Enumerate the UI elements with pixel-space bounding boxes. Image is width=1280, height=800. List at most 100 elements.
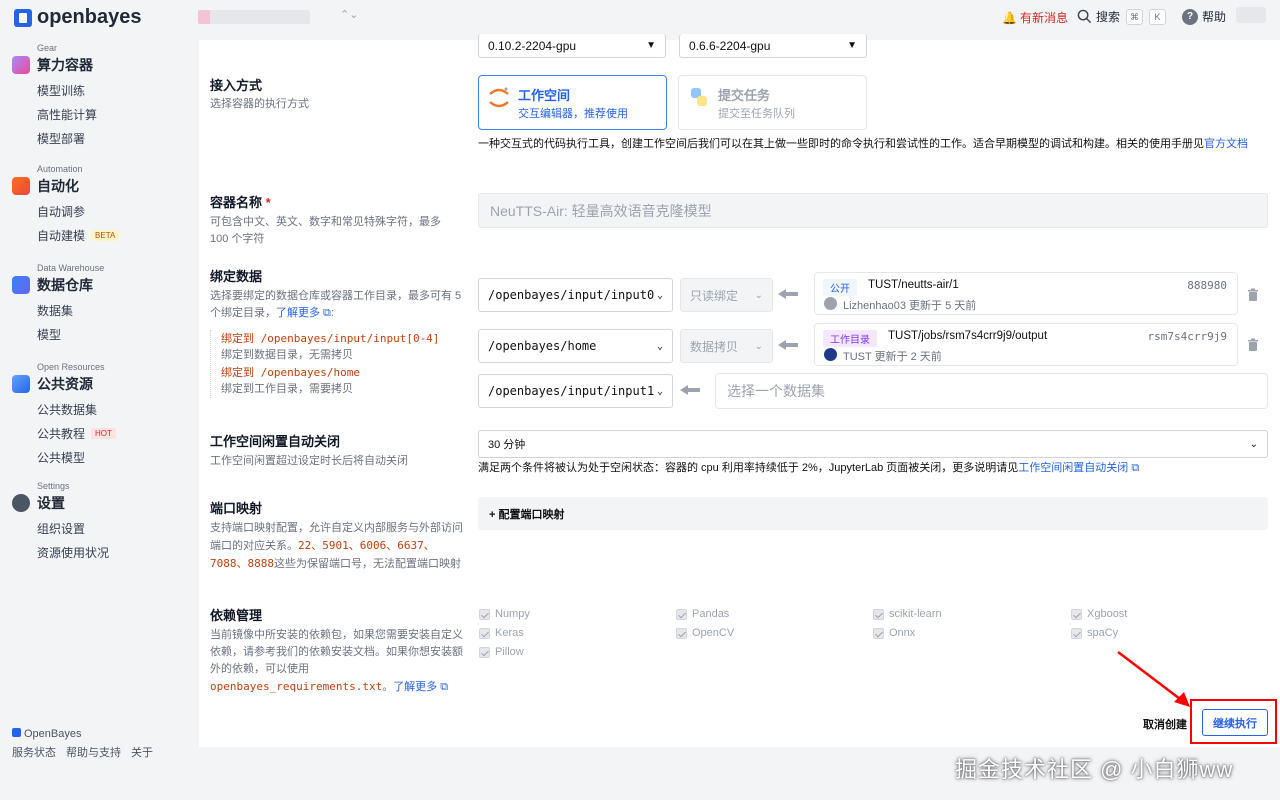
sidebar-head-compute[interactable]: 算力容器: [12, 55, 97, 75]
section-title: 设置: [37, 495, 65, 511]
sidebar-item-training[interactable]: 模型训练: [12, 82, 97, 99]
trash-icon[interactable]: [1246, 338, 1260, 352]
sidebar-item-datasets[interactable]: 数据集: [12, 302, 104, 319]
sidebar-item-org-settings[interactable]: 组织设置: [12, 520, 109, 537]
deps-desc: 当前镜像中所安装的依赖包，如果您需要安装自定义依赖，请参考我们的依赖安装文档。如…: [210, 629, 463, 693]
user-avatar[interactable]: [1236, 7, 1266, 23]
access-label: 接入方式: [210, 78, 263, 93]
configure-ports-button[interactable]: + 配置端口映射: [478, 497, 1268, 530]
framework-version-select[interactable]: 0.6.6-2204-gpu ▼: [679, 34, 867, 58]
beta-badge: BETA: [91, 230, 120, 241]
label-text: 容器名称: [210, 195, 263, 210]
task-option[interactable]: 提交任务 提交至任务队列: [678, 75, 867, 130]
sidebar-item-deploy[interactable]: 模型部署: [12, 130, 97, 147]
bound-dataset-card-2[interactable]: 工作目录 TUST/jobs/rsm7s4crr9j9/output rsm7s…: [814, 323, 1238, 366]
python-icon: [691, 88, 707, 106]
bind-desc: 选择要绑定的数据仓库或容器工作目录，最多可有 5 个绑定目录，了解更多 ⧉:: [210, 290, 462, 319]
source-path[interactable]: TUST/neutts-air/1: [868, 279, 959, 291]
sidebar-item-usage[interactable]: 资源使用状况: [12, 544, 109, 561]
select-value: 0.6.6-2204-gpu: [689, 38, 771, 53]
sidebar-item-public-models[interactable]: 公共模型: [12, 449, 116, 466]
bind-path-select-3[interactable]: /openbayes/input/input1 ⌄: [478, 374, 673, 408]
footer-link-about[interactable]: 关于: [131, 744, 153, 760]
pkg-label: spaCy: [1087, 627, 1119, 639]
select-value: 30 分钟: [488, 439, 526, 451]
section-caption: Automation: [37, 164, 83, 174]
section-caption: Data Warehouse: [37, 263, 105, 273]
pkg-label: scikit-learn: [889, 608, 942, 620]
trash-icon[interactable]: [1246, 288, 1260, 302]
kbd-k: K: [1149, 8, 1167, 25]
footer-brand[interactable]: OpenBayes: [12, 728, 153, 740]
sidebar-footer: OpenBayes 服务状态 帮助与支持 关于: [12, 728, 153, 760]
checkbox-icon: [1071, 608, 1082, 620]
openbayes-logo[interactable]: openbayes: [14, 6, 141, 29]
source-path[interactable]: TUST/jobs/rsm7s4crr9j9/output: [888, 330, 1047, 342]
requirements-file: openbayes_requirements.txt: [210, 680, 383, 693]
chevron-down-icon: ⌄: [1249, 438, 1258, 450]
external-link-icon: ⧉: [320, 307, 331, 319]
sidebar-item-public-tutorials[interactable]: 公共教程 HOT: [12, 425, 116, 442]
bell-icon: 🔔: [1002, 10, 1017, 25]
bind-path-select-1[interactable]: /openbayes/input/input0 ⌄: [478, 278, 673, 312]
idle-timeout-select[interactable]: 30 分钟 ⌄: [478, 430, 1268, 458]
access-note: 一种交互式的代码执行工具，创建工作空间后我们可以在其上做一些即时的命令执行和尝试…: [478, 136, 1268, 152]
sidebar-item-hpc[interactable]: 高性能计算: [12, 106, 97, 123]
sidebar-item-autotune[interactable]: 自动调参: [12, 203, 119, 220]
workspace-option[interactable]: 工作空间 交互编辑器，推荐使用: [478, 75, 667, 130]
search-button[interactable]: 搜索 ⌘ K: [1077, 8, 1167, 25]
bind-learn-more-link[interactable]: 了解更多: [276, 307, 320, 319]
pkg-label: OpenCV: [692, 627, 735, 639]
deps-label: 依赖管理: [210, 608, 263, 623]
select-value: /openbayes/input/input0: [488, 288, 655, 302]
official-docs-link[interactable]: 官方文档: [1204, 138, 1248, 150]
dataset-picker[interactable]: 选择一个数据集: [715, 373, 1268, 409]
checkbox-icon: [873, 608, 884, 620]
cancel-button[interactable]: 取消创建: [1143, 716, 1187, 732]
help-icon: ?: [1182, 8, 1198, 25]
automation-icon: [12, 177, 30, 195]
news-notification[interactable]: 🔔 有新消息: [1002, 9, 1068, 26]
project-selector-caret-icon[interactable]: ⌃⌄: [340, 8, 358, 21]
section-caption: Open Resources: [37, 362, 105, 372]
sidebar-head-warehouse[interactable]: 数据仓库: [12, 275, 104, 295]
watermark: 掘金技术社区 @ 小白狮ww: [955, 757, 1234, 782]
pkg-label: Pandas: [692, 608, 730, 620]
task-title: 提交任务: [718, 88, 771, 103]
logo-mark-icon: [14, 8, 32, 27]
org-avatar-icon: [824, 348, 837, 361]
bind-mode-select-1[interactable]: 只读绑定 ⌄: [680, 278, 773, 312]
select-value: 0.10.2-2204-gpu: [488, 38, 577, 53]
section-title: 自动化: [37, 178, 79, 194]
sidebar-item-models[interactable]: 模型: [12, 326, 104, 343]
bind-path-select-2[interactable]: /openbayes/home ⌄: [478, 329, 673, 363]
help-button[interactable]: ? 帮助: [1182, 8, 1226, 25]
public-resources-icon: [12, 375, 30, 393]
arrow-left-icon: [778, 289, 798, 299]
external-link-icon: ⧉: [1128, 462, 1140, 474]
caret-down-icon: ▼: [646, 40, 656, 51]
image-version-select[interactable]: 0.10.2-2204-gpu ▼: [478, 34, 666, 58]
footer-link-status[interactable]: 服务状态: [12, 744, 56, 760]
sidebar-head-automation[interactable]: 自动化: [12, 176, 119, 196]
project-selector[interactable]: [198, 10, 310, 24]
section-caption: Gear: [37, 43, 58, 53]
bind-mode-select-2[interactable]: 数据拷贝 ⌄: [680, 329, 773, 363]
select-value: 只读绑定: [690, 288, 739, 303]
sidebar-item-public-datasets[interactable]: 公共数据集: [12, 401, 116, 418]
desc-text-b: 这些为保留端口号，无法配置端口映射: [273, 558, 461, 570]
hot-badge: HOT: [91, 428, 116, 439]
sidebar-head-public[interactable]: 公共资源: [12, 374, 116, 394]
pkg-pillow: Pillow: [479, 646, 524, 658]
bound-dataset-card-1[interactable]: 公开 TUST/neutts-air/1 888980 Lizhenhao03 …: [814, 272, 1238, 315]
search-label: 搜索: [1096, 10, 1121, 24]
idle-docs-link[interactable]: 工作空间闲置自动关闭: [1018, 462, 1128, 474]
sidebar-head-settings[interactable]: 设置: [12, 493, 109, 513]
container-name-input[interactable]: NeuTTS-Air: 轻量高效语音克隆模型: [478, 193, 1268, 228]
pkg-numpy: Numpy: [479, 608, 530, 620]
footer-link-support[interactable]: 帮助与支持: [66, 744, 121, 760]
sidebar-item-automl[interactable]: 自动建模 BETA: [12, 227, 120, 244]
deps-learn-more-link[interactable]: 了解更多: [393, 681, 437, 693]
chevron-down-icon: ⌄: [656, 385, 663, 397]
section-title: 公共资源: [37, 376, 93, 392]
